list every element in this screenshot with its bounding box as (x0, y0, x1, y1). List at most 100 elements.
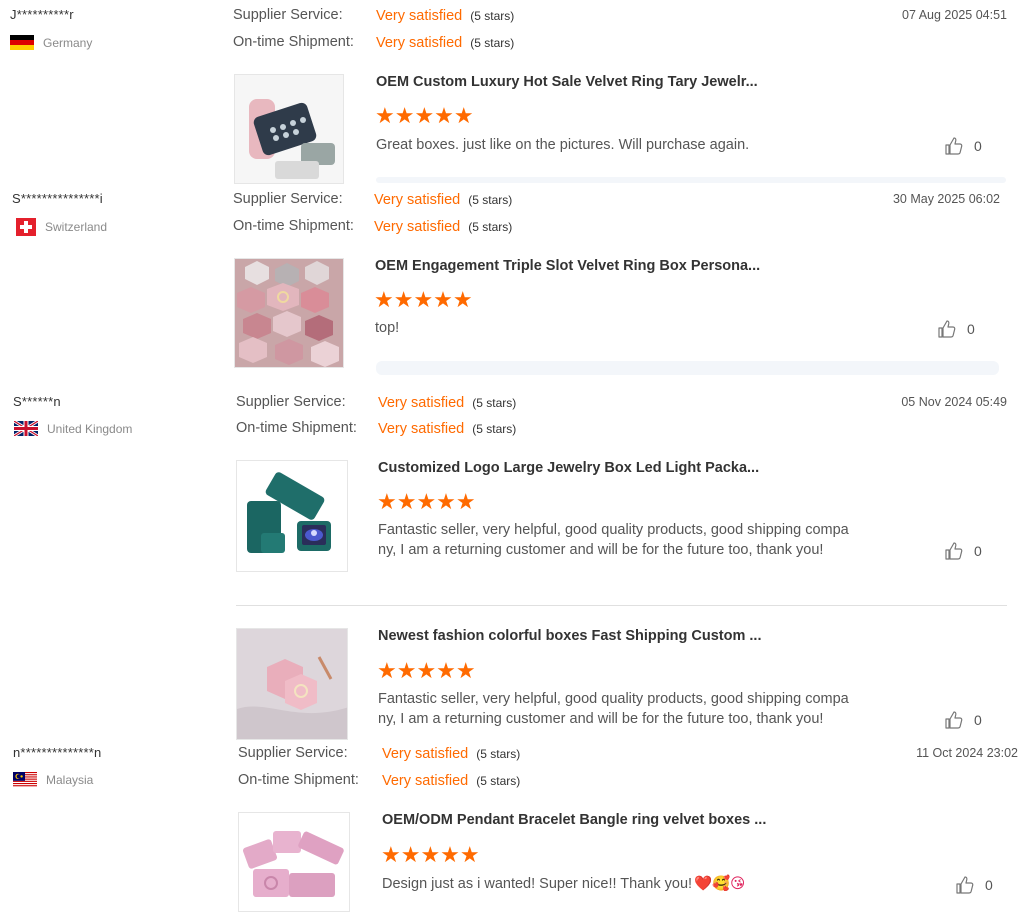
buyer-country: Germany (10, 35, 92, 50)
supplier-service-rating: Very satisfied (5 stars) (376, 7, 514, 25)
like-count: 0 (967, 321, 975, 337)
thumbs-up-icon (945, 711, 963, 729)
satisfaction-value: Very satisfied (376, 8, 463, 24)
stars-count: (5 stars) (468, 220, 513, 234)
product-thumbnail[interactable] (234, 74, 344, 184)
product-title-link[interactable]: Newest fashion colorful boxes Fast Shipp… (378, 628, 762, 644)
satisfaction-value: Very satisfied (378, 395, 465, 411)
product-title-link[interactable]: Customized Logo Large Jewelry Box Led Li… (378, 460, 759, 476)
like-count: 0 (985, 877, 993, 893)
stars-count: (5 stars) (476, 747, 521, 761)
on-time-shipment-rating: Very satisfied (5 stars) (378, 420, 516, 438)
on-time-shipment-label: On-time Shipment: (236, 420, 357, 436)
like-count: 0 (974, 138, 982, 154)
thumbs-up-icon (956, 876, 974, 894)
review-separator (376, 361, 999, 375)
review-date: 30 May 2025 06:02 (892, 192, 1000, 206)
review-comment-line: ny, I am a returning customer and will b… (378, 542, 824, 558)
country-label: Malaysia (46, 772, 94, 787)
uk-flag-icon (14, 421, 38, 436)
product-thumbnail[interactable] (236, 628, 348, 740)
emoji-reactions: ❤️🥰😘 (694, 876, 746, 892)
review-comment-line: Fantastic seller, very helpful, good qua… (378, 522, 849, 538)
like-count: 0 (974, 712, 982, 728)
satisfaction-value: Very satisfied (382, 746, 469, 762)
supplier-service-label: Supplier Service: (236, 394, 346, 410)
like-button[interactable]: 0 (944, 136, 982, 156)
buyer-country: Switzerland (16, 218, 107, 236)
product-rating-stars: ★★★★★ (381, 842, 480, 867)
product-thumbnail[interactable] (236, 460, 348, 572)
like-button[interactable]: 0 (944, 710, 982, 730)
supplier-service-rating: Very satisfied (5 stars) (382, 745, 520, 763)
satisfaction-value: Very satisfied (376, 35, 463, 51)
product-title-link[interactable]: OEM Engagement Triple Slot Velvet Ring B… (375, 258, 760, 274)
supplier-service-label: Supplier Service: (233, 191, 343, 207)
product-title-link[interactable]: OEM/ODM Pendant Bracelet Bangle ring vel… (382, 812, 766, 828)
like-button[interactable]: 0 (955, 875, 993, 895)
like-button[interactable]: 0 (937, 319, 975, 339)
satisfaction-value: Very satisfied (382, 773, 469, 789)
like-button[interactable]: 0 (944, 541, 982, 561)
malaysia-flag-icon (13, 772, 37, 787)
review-comment: Fantastic seller, very helpful, good qua… (378, 689, 898, 729)
product-rating-stars: ★★★★★ (377, 489, 476, 514)
hexagon-box-image (237, 629, 347, 739)
thumbs-up-icon (938, 320, 956, 338)
buyer-country: United Kingdom (14, 421, 132, 436)
review-comment: top! (375, 320, 400, 336)
satisfaction-value: Very satisfied (374, 219, 461, 235)
thumbs-up-icon (945, 542, 963, 560)
product-rating-stars: ★★★★★ (377, 658, 476, 683)
on-time-shipment-rating: Very satisfied (5 stars) (376, 34, 514, 52)
review-date: 05 Nov 2024 05:49 (901, 395, 1007, 409)
country-label: United Kingdom (47, 421, 133, 436)
ring-tray-image (235, 75, 343, 183)
country-label: Germany (43, 35, 93, 50)
on-time-shipment-rating: Very satisfied (5 stars) (374, 218, 512, 236)
supplier-service-label: Supplier Service: (233, 7, 343, 23)
review-comment-text: Design just as i wanted! Super nice!! Th… (382, 876, 693, 892)
satisfaction-value: Very satisfied (374, 192, 461, 208)
product-thumbnail[interactable] (238, 812, 350, 912)
buyer-name: n**************n (13, 745, 102, 760)
review-date: 11 Oct 2024 23:02 (916, 746, 1018, 760)
satisfaction-value: Very satisfied (378, 421, 465, 437)
product-divider (236, 605, 1007, 606)
supplier-service-rating: Very satisfied (5 stars) (378, 394, 516, 412)
buyer-name: S******n (13, 394, 61, 409)
product-thumbnail[interactable] (234, 258, 344, 368)
review-separator (376, 177, 1006, 183)
review-comment: Great boxes. just like on the pictures. … (376, 137, 750, 153)
stars-count: (5 stars) (470, 36, 515, 50)
switzerland-flag-icon (16, 218, 36, 236)
thumbs-up-icon (945, 137, 963, 155)
review-comment: Fantastic seller, very helpful, good qua… (378, 520, 898, 560)
buyer-name: S***************i (12, 191, 103, 206)
on-time-shipment-label: On-time Shipment: (238, 772, 359, 788)
germany-flag-icon (10, 35, 34, 50)
review-date: 07 Aug 2025 04:51 (902, 8, 1007, 22)
product-rating-stars: ★★★★★ (375, 103, 474, 128)
stars-count: (5 stars) (472, 396, 517, 410)
review-comment-line: ny, I am a returning customer and will b… (378, 711, 824, 727)
product-title-link[interactable]: OEM Custom Luxury Hot Sale Velvet Ring T… (376, 74, 758, 90)
buyer-name: J**********r (10, 7, 74, 22)
ring-boxes-image (235, 259, 343, 367)
product-rating-stars: ★★★★★ (374, 287, 473, 312)
on-time-shipment-label: On-time Shipment: (233, 34, 354, 50)
stars-count: (5 stars) (468, 193, 513, 207)
on-time-shipment-label: On-time Shipment: (233, 218, 354, 234)
review-comment-line: Fantastic seller, very helpful, good qua… (378, 691, 849, 707)
pink-velvet-boxes-image (239, 813, 349, 911)
on-time-shipment-rating: Very satisfied (5 stars) (382, 772, 520, 790)
review-comment: Design just as i wanted! Super nice!! Th… (382, 874, 745, 894)
like-count: 0 (974, 543, 982, 559)
stars-count: (5 stars) (470, 9, 515, 23)
supplier-service-label: Supplier Service: (238, 745, 348, 761)
stars-count: (5 stars) (476, 774, 521, 788)
supplier-service-rating: Very satisfied (5 stars) (374, 191, 512, 209)
buyer-country: Malaysia (13, 772, 93, 787)
led-jewelry-box-image (237, 461, 347, 571)
country-label: Switzerland (45, 220, 108, 234)
